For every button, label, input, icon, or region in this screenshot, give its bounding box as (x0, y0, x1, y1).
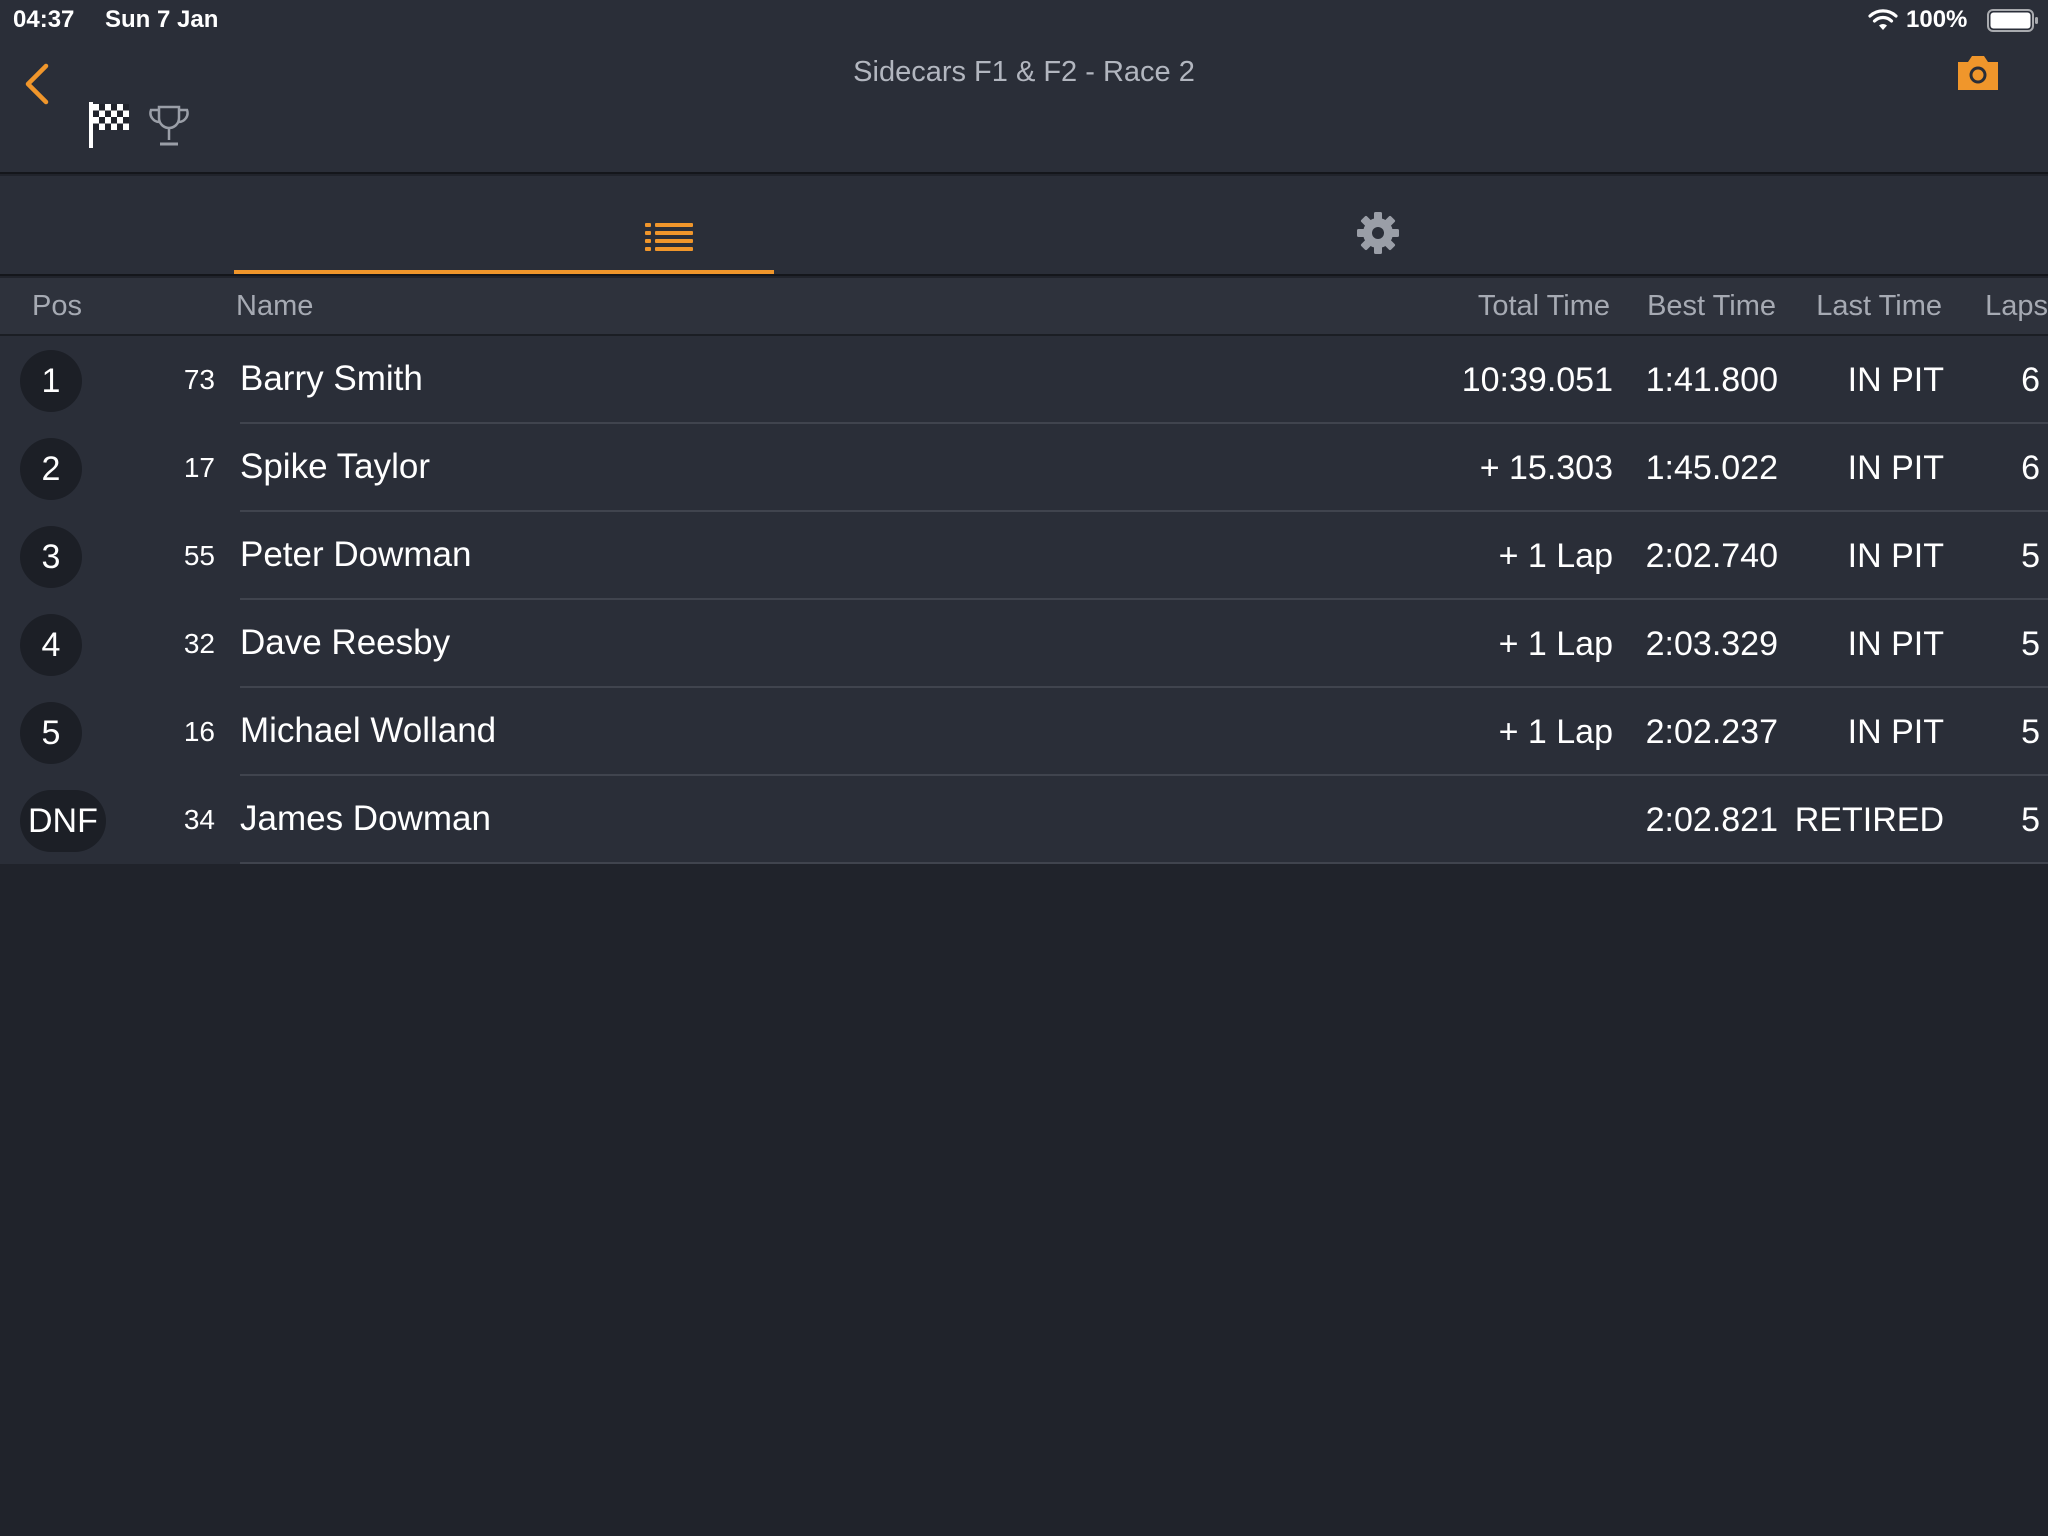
position-badge: 3 (20, 526, 82, 588)
laps-count: 5 (2021, 801, 2040, 839)
total-time: + 1 Lap (1498, 625, 1613, 663)
status-time: 04:37 (13, 6, 75, 33)
rider-number: 17 (183, 452, 215, 483)
gear-icon (1357, 212, 1399, 254)
tab-bar (0, 176, 2048, 276)
rider-name: Dave Reesby (240, 623, 451, 662)
checkered-flag-icon[interactable] (87, 100, 131, 150)
best-time: 2:02.821 (1645, 801, 1778, 839)
row-divider (240, 862, 2048, 864)
table-row[interactable]: 5 16 Michael Wolland + 1 Lap 2:02.237 IN… (0, 688, 2048, 776)
total-time: + 1 Lap (1498, 713, 1613, 751)
rider-name: James Dowman (240, 799, 491, 838)
table-row[interactable]: DNF 34 James Dowman 2:02.821 RETIRED 5 (0, 776, 2048, 864)
best-time: 2:03.329 (1645, 625, 1778, 663)
battery-percent: 100% (1906, 6, 1968, 33)
total-time: 10:39.051 (1461, 361, 1613, 399)
laps-count: 6 (2021, 361, 2040, 399)
table-header: Pos Name Total Time Best Time Last Time … (0, 278, 2048, 336)
status-bar: 04:37 Sun 7 Jan 100% (0, 0, 2048, 40)
total-time: + 1 Lap (1498, 537, 1613, 575)
rider-number: 55 (183, 540, 215, 571)
last-time: IN PIT (1847, 625, 1944, 663)
laps-count: 5 (2021, 537, 2040, 575)
best-time: 2:02.740 (1645, 537, 1778, 575)
last-time: IN PIT (1847, 449, 1944, 487)
header-best-time: Best Time (1647, 290, 1776, 322)
list-icon (645, 223, 693, 251)
rider-name: Barry Smith (240, 359, 423, 398)
rider-name: Michael Wolland (240, 711, 497, 750)
trophy-icon[interactable] (148, 104, 190, 148)
position-badge: DNF (20, 790, 106, 852)
last-time: RETIRED (1794, 801, 1944, 839)
last-time: IN PIT (1847, 713, 1944, 751)
wifi-icon (1868, 9, 1898, 30)
tab-list[interactable] (234, 176, 774, 274)
status-date: Sun 7 Jan (105, 6, 219, 33)
table-row[interactable]: 1 73 Barry Smith 10:39.051 1:41.800 IN P… (0, 336, 2048, 424)
last-time: IN PIT (1847, 537, 1944, 575)
rider-number: 73 (183, 364, 215, 395)
table-row[interactable]: 3 55 Peter Dowman + 1 Lap 2:02.740 IN PI… (0, 512, 2048, 600)
rider-name: Peter Dowman (240, 535, 472, 574)
position-badge: 1 (20, 350, 82, 412)
last-time: IN PIT (1847, 361, 1944, 399)
total-time: + 15.303 (1479, 449, 1613, 487)
page-title: Sidecars F1 & F2 - Race 2 (853, 56, 1195, 88)
best-time: 1:41.800 (1645, 361, 1778, 399)
navigation-bar: Sidecars F1 & F2 - Race 2 (0, 40, 2048, 174)
rider-number: 32 (183, 628, 215, 659)
position-badge: 4 (20, 614, 82, 676)
header-laps: Laps (1985, 290, 2048, 322)
header-total-time: Total Time (1477, 290, 1610, 322)
best-time: 1:45.022 (1645, 449, 1778, 487)
rider-number: 34 (183, 804, 215, 835)
header-last-time: Last Time (1816, 290, 1942, 322)
laps-count: 5 (2021, 625, 2040, 663)
best-time: 2:02.237 (1645, 713, 1778, 751)
active-tab-indicator (234, 270, 774, 274)
laps-count: 6 (2021, 449, 2040, 487)
table-row[interactable]: 4 32 Dave Reesby + 1 Lap 2:03.329 IN PIT… (0, 600, 2048, 688)
laps-count: 5 (2021, 713, 2040, 751)
camera-icon[interactable] (1956, 54, 2000, 92)
rider-number: 16 (183, 716, 215, 747)
header-pos: Pos (32, 290, 82, 322)
tab-settings[interactable] (1040, 176, 1740, 274)
position-badge: 5 (20, 702, 82, 764)
results-table: 1 73 Barry Smith 10:39.051 1:41.800 IN P… (0, 336, 2048, 864)
position-badge: 2 (20, 438, 82, 500)
rider-name: Spike Taylor (240, 447, 431, 486)
header-name: Name (236, 290, 314, 322)
table-row[interactable]: 2 17 Spike Taylor + 15.303 1:45.022 IN P… (0, 424, 2048, 512)
battery-icon (1987, 9, 2038, 32)
